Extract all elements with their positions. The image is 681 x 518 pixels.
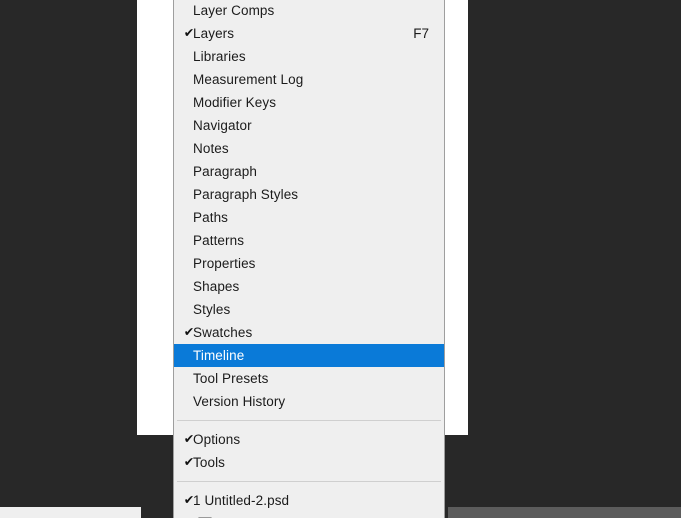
menu-item-paths[interactable]: Paths [174,206,444,229]
menu-item-label: Options [193,432,241,447]
menu-item-label: Paths [193,210,229,225]
menu-item-label: Measurement Log [193,72,304,87]
menu-item-label: Patterns [193,233,245,248]
menu-item-paragraph[interactable]: Paragraph [174,160,444,183]
menu-item-options[interactable]: ✔ Options [174,428,444,451]
taskbar-left-segment [0,507,141,518]
menu-item-label: Libraries [193,49,246,64]
screenshot-root: Layer Comps ✔ Layers F7 Libraries Measurement… [0,0,681,518]
menu-item-list: Layer Comps ✔ Layers F7 Libraries Measurement… [174,0,444,518]
menu-item-label: Modifier Keys [193,95,277,110]
menu-item-label: Shapes [193,279,240,294]
menu-item-timeline[interactable]: Timeline [174,344,444,367]
window-menu-dropdown[interactable]: Layer Comps ✔ Layers F7 Libraries Measurement… [173,0,445,518]
menu-item-paragraph-styles[interactable]: Paragraph Styles [174,183,444,206]
menu-item-label: Version History [193,394,286,409]
menu-item-styles[interactable]: Styles [174,298,444,321]
menu-item-notes[interactable]: Notes [174,137,444,160]
menu-item-layer-comps[interactable]: Layer Comps [174,0,444,22]
taskbar-strip [448,507,681,518]
menu-item-layers[interactable]: ✔ Layers F7 [174,22,444,45]
menu-item-label: Paragraph [193,164,257,179]
menu-item-measurement-log[interactable]: Measurement Log [174,68,444,91]
menu-item-label: Layers [193,26,235,41]
menu-item-label: Swatches [193,325,253,340]
menu-item-label: Properties [193,256,256,271]
menu-item-libraries[interactable]: Libraries [174,45,444,68]
menu-item-version-history[interactable]: Version History [174,390,444,413]
menu-item-properties[interactable]: Properties [174,252,444,275]
menu-item-label: Tools [193,455,226,470]
scroll-down-arrow-icon[interactable] [174,512,444,518]
menu-item-label: Timeline [193,348,245,363]
menu-item-shortcut: F7 [413,26,429,41]
menu-item-shapes[interactable]: Shapes [174,275,444,298]
menu-item-patterns[interactable]: Patterns [174,229,444,252]
menu-item-label: Navigator [193,118,252,133]
menu-item-label: Layer Comps [193,3,275,18]
menu-item-label: 1 Untitled-2.psd [193,493,290,508]
menu-item-modifier-keys[interactable]: Modifier Keys [174,91,444,114]
menu-item-label: Tool Presets [193,371,269,386]
menu-item-label: Notes [193,141,229,156]
menu-item-navigator[interactable]: Navigator [174,114,444,137]
menu-item-tools[interactable]: ✔ Tools [174,451,444,474]
menu-item-tool-presets[interactable]: Tool Presets [174,367,444,390]
menu-item-label: Paragraph Styles [193,187,299,202]
menu-separator [177,481,441,482]
menu-item-swatches[interactable]: ✔ Swatches [174,321,444,344]
menu-item-1-untitled-2-psd[interactable]: ✔ 1 Untitled-2.psd [174,489,444,512]
menu-separator [177,420,441,421]
menu-item-label: Styles [193,302,231,317]
